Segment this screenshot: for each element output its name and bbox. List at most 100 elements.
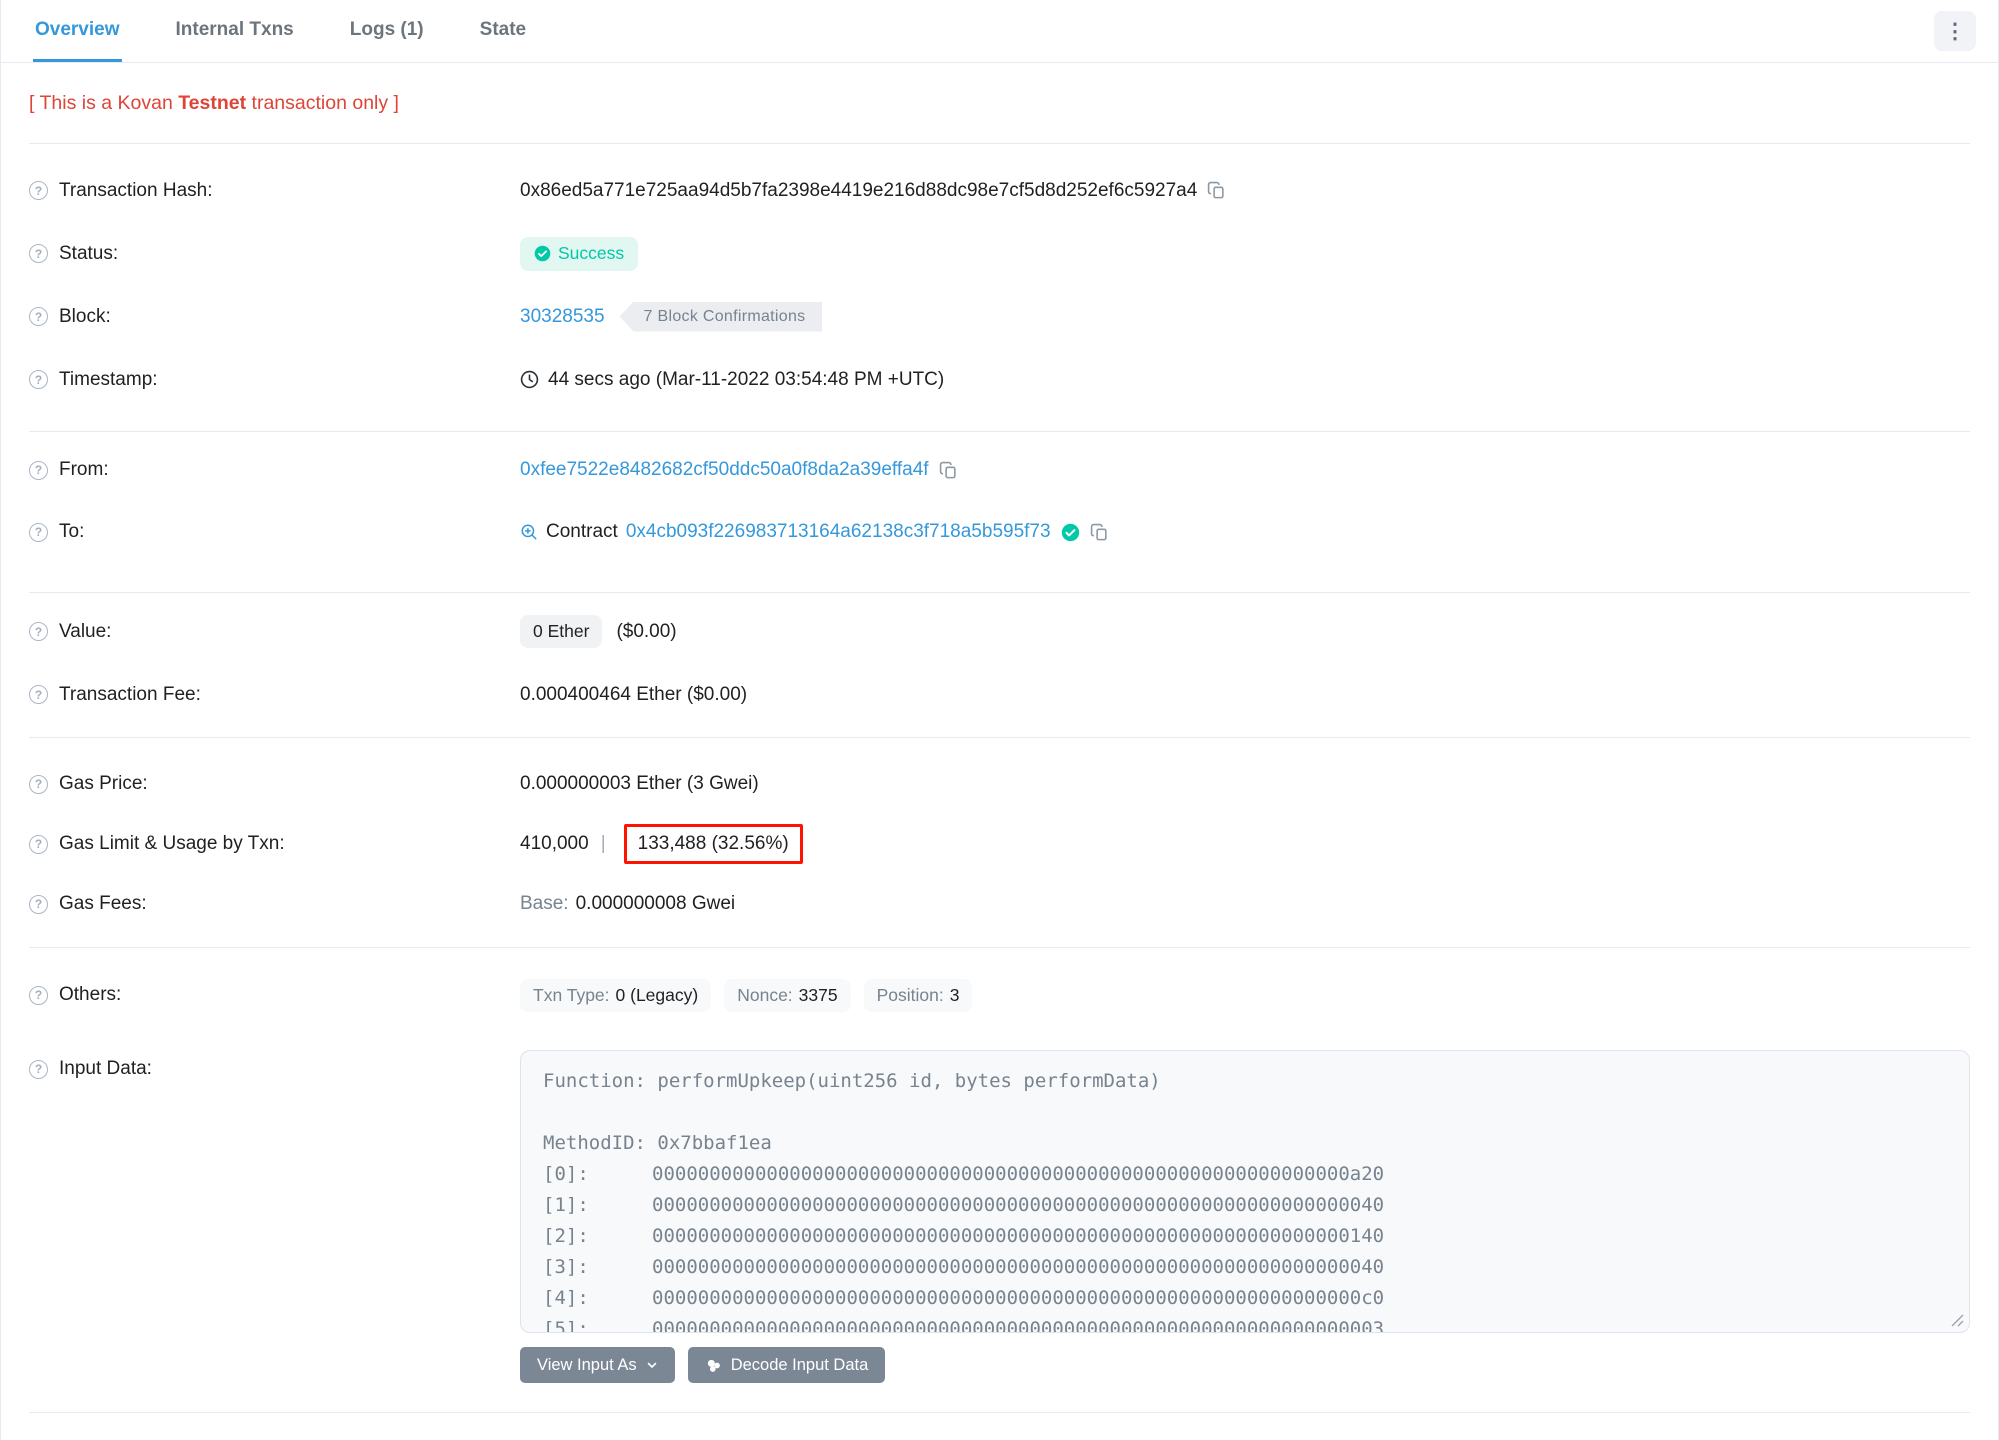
label-text: Transaction Hash: <box>59 179 213 201</box>
tab-bar: Overview Internal Txns Logs (1) State ⋮ <box>1 0 1998 63</box>
tab-internal-txns[interactable]: Internal Txns <box>174 0 296 62</box>
section-summary: ? Transaction Hash: 0x86ed5a771e725aa94d… <box>1 144 1998 431</box>
input-word: [0]: 000000000000000000000000000000000000… <box>543 1163 1385 1185</box>
help-icon[interactable]: ? <box>29 307 48 326</box>
help-icon[interactable]: ? <box>29 622 48 641</box>
tab-overview[interactable]: Overview <box>33 0 122 62</box>
label-text: To: <box>59 521 85 542</box>
timestamp-value: 44 secs ago (Mar-11-2022 03:54:48 PM +UT… <box>520 369 944 391</box>
base-fee-text: 0.000000008 Gwei <box>575 893 736 914</box>
others-value: Txn Type: 0 (Legacy) Nonce: 3375 Position:… <box>520 978 985 1012</box>
row-others: ? Others: Txn Type: 0 (Legacy) Nonce: 3375… <box>29 964 1970 1026</box>
help-icon[interactable]: ? <box>29 985 48 1005</box>
gas-price-text: 0.000000003 Ether (3 Gwei) <box>520 773 759 794</box>
input-word: [5]: 000000000000000000000000000000000000… <box>543 1318 1385 1333</box>
timestamp-text: 44 secs ago (Mar-11-2022 03:54:48 PM +UT… <box>548 368 945 390</box>
value-label: ? Value: <box>29 621 520 643</box>
kebab-icon: ⋮ <box>1944 19 1966 43</box>
decode-icon <box>707 1359 720 1372</box>
from-label: ? From: <box>29 459 520 481</box>
view-input-as-button[interactable]: View Input As <box>520 1347 675 1383</box>
contract-word: Contract <box>546 521 618 542</box>
clock-icon <box>520 370 539 389</box>
zoom-in-contract-icon[interactable] <box>520 523 538 541</box>
check-circle-icon <box>534 245 551 262</box>
gas-fees-label: ? Gas Fees: <box>29 893 520 915</box>
verified-check-icon <box>1061 523 1080 542</box>
row-gas-limit-usage: ? Gas Limit & Usage by Txn: 410,000 | 13… <box>29 814 1970 874</box>
row-value: ? Value: 0 Ether ($0.00) <box>29 600 1970 663</box>
label-text: Gas Fees: <box>59 893 147 914</box>
testnet-banner-text: [ This is a Kovan Testnet transaction on… <box>29 91 399 114</box>
input-word: [1]: 000000000000000000000000000000000000… <box>543 1194 1385 1216</box>
help-icon[interactable]: ? <box>29 181 48 200</box>
to-value: Contract 0x4cb093f226983713164a62138c3f7… <box>520 521 1109 543</box>
section-gas: ? Gas Price: 0.000000003 Ether (3 Gwei) … <box>1 738 1998 947</box>
gas-limit-text: 410,000 <box>520 833 589 854</box>
copy-icon[interactable] <box>1207 181 1226 200</box>
tab-list: Overview Internal Txns Logs (1) State <box>33 0 580 62</box>
resize-handle[interactable] <box>1951 1314 1964 1327</box>
status-label: ? Status: <box>29 243 520 265</box>
help-icon[interactable]: ? <box>29 522 48 542</box>
tab-logs[interactable]: Logs (1) <box>348 0 426 62</box>
divider <box>29 1412 1970 1413</box>
label-text: Input Data: <box>59 1058 152 1079</box>
help-icon[interactable]: ? <box>29 1059 48 1079</box>
label-text: Block: <box>59 305 111 327</box>
gas-price-label: ? Gas Price: <box>29 773 520 795</box>
status-value: Success <box>520 236 639 271</box>
kebab-menu-button[interactable]: ⋮ <box>1934 11 1976 51</box>
method-id: MethodID: 0x7bbaf1ea <box>543 1132 772 1154</box>
label-text: Timestamp: <box>59 368 158 390</box>
help-icon[interactable]: ? <box>29 894 48 914</box>
copy-icon[interactable] <box>1090 523 1109 542</box>
label-text: From: <box>59 459 109 480</box>
section-parties: ? From: 0xfee7522e8482682cf50ddc50a0f8da… <box>1 432 1998 592</box>
label-text: Transaction Fee: <box>59 683 201 705</box>
row-transaction-fee: ? Transaction Fee: 0.000400464 Ether ($0… <box>29 663 1970 726</box>
block-confirmations-badge: 7 Block Confirmations <box>619 301 823 332</box>
status-badge: Success <box>520 236 639 271</box>
help-icon[interactable]: ? <box>29 460 48 480</box>
row-timestamp: ? Timestamp: 44 secs ago (Mar-11-2022 03… <box>29 348 1970 411</box>
separator: | <box>600 833 606 854</box>
transaction-hash: 0x86ed5a771e725aa94d5b7fa2398e4419e216d8… <box>520 179 1198 201</box>
row-gas-price: ? Gas Price: 0.000000003 Ether (3 Gwei) <box>29 754 1970 814</box>
from-address-link[interactable]: 0xfee7522e8482682cf50ddc50a0f8da2a39effa… <box>520 459 929 481</box>
section-value: ? Value: 0 Ether ($0.00) ? Transaction F… <box>1 593 1998 737</box>
ether-amount-badge: 0 Ether <box>520 615 603 648</box>
nonce-badge: Nonce: 3375 <box>724 978 851 1012</box>
label-text: Gas Price: <box>59 773 148 794</box>
label-text: Gas Limit & Usage by Txn: <box>59 833 285 854</box>
row-transaction-hash: ? Transaction Hash: 0x86ed5a771e725aa94d… <box>29 159 1970 222</box>
help-icon[interactable]: ? <box>29 370 48 389</box>
label-text: Value: <box>59 620 112 642</box>
others-label: ? Others: <box>29 984 520 1006</box>
transaction-hash-label: ? Transaction Hash: <box>29 180 520 202</box>
row-block: ? Block: 30328535 7 Block Confirmations <box>29 285 1970 348</box>
input-data-textarea[interactable]: Function: performUpkeep(uint256 id, byte… <box>520 1050 1970 1333</box>
value-value: 0 Ether ($0.00) <box>520 615 677 648</box>
help-icon[interactable]: ? <box>29 685 48 704</box>
to-address-link[interactable]: 0x4cb093f226983713164a62138c3f718a5b595f… <box>626 521 1051 543</box>
label-text: Others: <box>59 984 122 1005</box>
decode-input-data-button[interactable]: Decode Input Data <box>687 1347 886 1383</box>
usd-amount: ($0.00) <box>616 620 677 642</box>
copy-icon[interactable] <box>939 461 958 480</box>
position-badge: Position: 3 <box>863 978 973 1012</box>
chevron-down-icon <box>647 1362 656 1368</box>
section-others-input: ? Others: Txn Type: 0 (Legacy) Nonce: 3375… <box>1 948 1998 1412</box>
block-label: ? Block: <box>29 306 520 328</box>
input-word: [3]: 000000000000000000000000000000000000… <box>543 1256 1385 1278</box>
gas-limit-usage-value: 410,000 | 133,488 (32.56%) <box>520 824 803 864</box>
tab-state[interactable]: State <box>478 0 528 62</box>
testnet-banner: [ This is a Kovan Testnet transaction on… <box>1 63 1998 143</box>
to-label: ? To: <box>29 521 520 543</box>
help-icon[interactable]: ? <box>29 774 48 794</box>
transaction-fee-value: 0.000400464 Ether ($0.00) <box>520 684 747 706</box>
help-icon[interactable]: ? <box>29 834 48 854</box>
block-number-link[interactable]: 30328535 <box>520 306 605 328</box>
help-icon[interactable]: ? <box>29 244 48 263</box>
transaction-fee-label: ? Transaction Fee: <box>29 684 520 706</box>
